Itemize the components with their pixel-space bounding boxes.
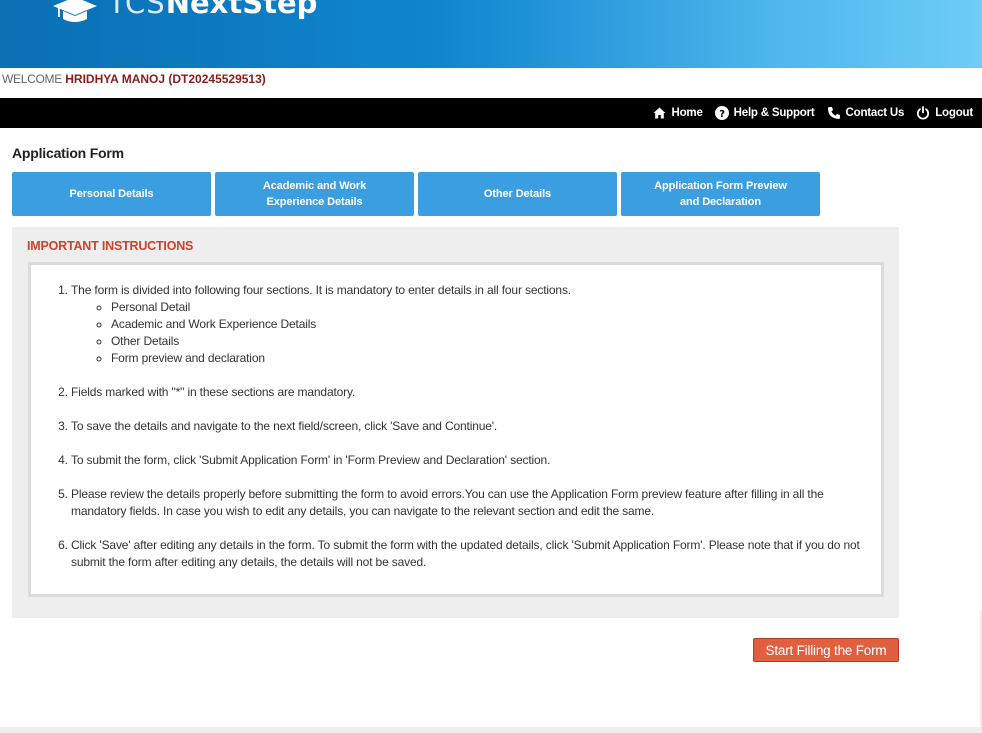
instructions-panel: IMPORTANT INSTRUCTIONS The form is divid… xyxy=(12,227,899,618)
tab-personal-details[interactable]: Personal Details xyxy=(12,172,211,216)
instructions-box: The form is divided into following four … xyxy=(28,262,884,597)
nav-home[interactable]: Home xyxy=(653,107,703,119)
help-icon: ? xyxy=(714,106,729,120)
instruction-item: The form is divided into following four … xyxy=(71,282,881,367)
nav-contact-label: Contact Us xyxy=(845,107,905,119)
section-item: Personal Detail xyxy=(111,299,881,316)
phone-icon xyxy=(827,107,840,119)
section-list: Personal Detail Academic and Work Experi… xyxy=(71,299,881,367)
instruction-item: Please review the details properly befor… xyxy=(71,486,881,520)
tab-preview-declaration[interactable]: Application Form Preview and Declaration xyxy=(621,172,820,216)
instructions-title: IMPORTANT INSTRUCTIONS xyxy=(27,239,194,253)
brand-suffix: NextStep xyxy=(165,0,318,20)
brand-prefix: TCS xyxy=(108,0,166,20)
footer-strip xyxy=(0,727,982,733)
header-banner: TCSNextStep xyxy=(0,0,982,68)
page-title: Application Form xyxy=(12,145,124,161)
instruction-item: Fields marked with "*" in these sections… xyxy=(71,384,881,401)
instruction-item: To save the details and navigate to the … xyxy=(71,418,881,435)
nav-help-label: Help & Support xyxy=(733,107,815,119)
instructions-list: The form is divided into following four … xyxy=(31,282,881,588)
welcome-line: WELCOME HRIDHYA MANOJ (DT20245529513) xyxy=(2,72,266,86)
graduation-cap-icon xyxy=(53,0,97,22)
nav-logout[interactable]: Logout xyxy=(916,106,973,120)
start-filling-form-button[interactable]: Start Filling the Form xyxy=(753,638,899,662)
nav-contact-us[interactable]: Contact Us xyxy=(827,106,905,120)
instruction-text: Fields marked with "*" in these sections… xyxy=(71,385,356,399)
form-section-tabs: Personal Details Academic and Work Exper… xyxy=(12,172,824,216)
nav-home-label: Home xyxy=(671,107,703,119)
instruction-text: Please review the details properly befor… xyxy=(71,487,824,518)
instruction-text: The form is divided into following four … xyxy=(71,283,571,297)
home-icon xyxy=(653,107,666,119)
instruction-text: Click 'Save' after editing any details i… xyxy=(71,538,860,569)
welcome-label: WELCOME xyxy=(2,72,62,86)
nav-logout-label: Logout xyxy=(935,107,973,119)
svg-text:?: ? xyxy=(719,109,725,120)
instruction-text: To submit the form, click 'Submit Applic… xyxy=(71,453,551,467)
instruction-item: Click 'Save' after editing any details i… xyxy=(71,537,881,571)
brand-logo: TCSNextStep xyxy=(108,0,317,20)
nav-help-support[interactable]: ? Help & Support xyxy=(714,106,815,120)
section-item: Form preview and declaration xyxy=(111,350,881,367)
instruction-text: To save the details and navigate to the … xyxy=(71,419,498,433)
section-item: Academic and Work Experience Details xyxy=(111,316,881,333)
section-item: Other Details xyxy=(111,333,881,350)
power-icon xyxy=(917,106,930,120)
tab-other-details[interactable]: Other Details xyxy=(418,172,617,216)
tab-academic-work-experience[interactable]: Academic and Work Experience Details xyxy=(215,172,414,216)
top-nav-bar: Home ? Help & Support Contact Us Logout xyxy=(0,98,982,128)
instruction-item: To submit the form, click 'Submit Applic… xyxy=(71,452,881,469)
user-name: HRIDHYA MANOJ (DT20245529513) xyxy=(65,72,266,86)
